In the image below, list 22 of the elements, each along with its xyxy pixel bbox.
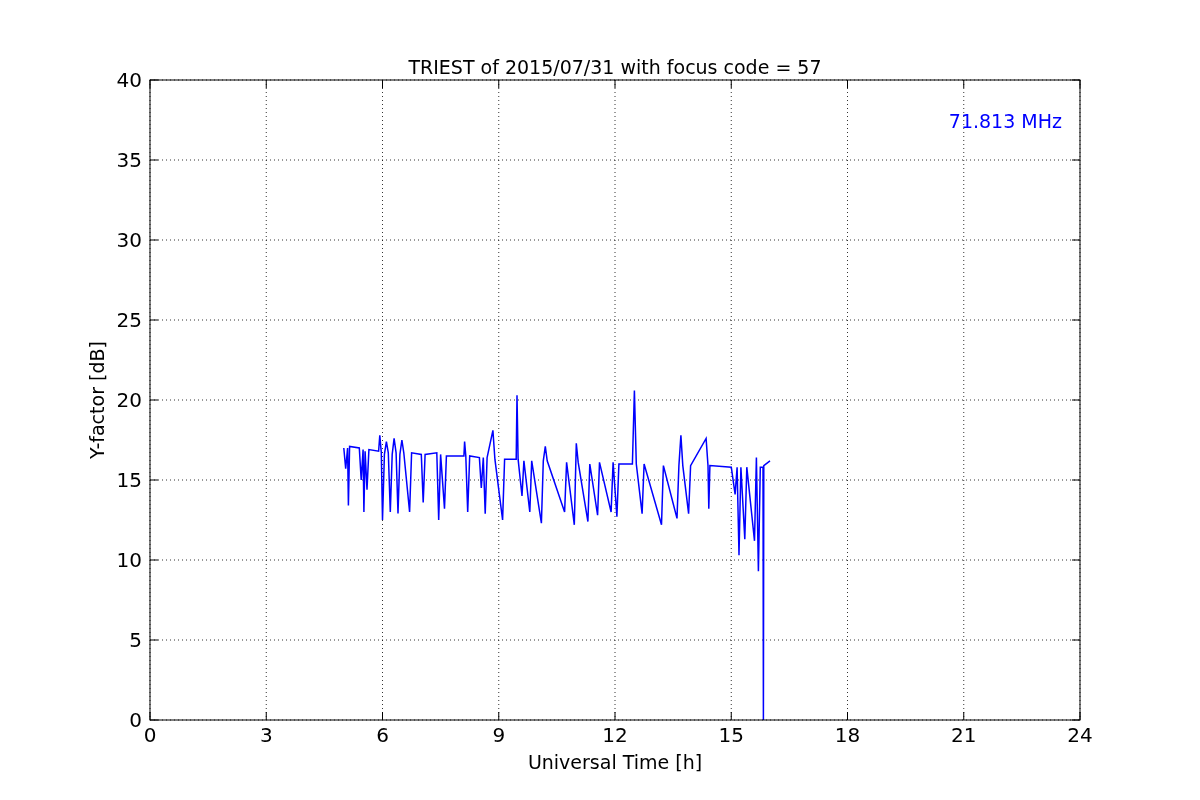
tick-label: 3 <box>259 723 273 747</box>
tick-label: 21 <box>951 723 977 747</box>
y-axis-label: Y-factor [dB] <box>86 341 108 459</box>
tick-label: 40 <box>116 68 142 92</box>
tick-label: 10 <box>116 548 142 572</box>
tick-label: 6 <box>376 723 389 747</box>
tick-label: 0 <box>129 708 142 732</box>
tick-label: 25 <box>116 308 142 332</box>
tick-label: 20 <box>116 388 142 412</box>
tick-label: 12 <box>602 723 628 747</box>
x-axis-label: Universal Time [h] <box>527 751 703 773</box>
legend-label: 71.813 MHz <box>948 110 1062 132</box>
tick-label: 9 <box>492 723 506 747</box>
tick-label: 15 <box>718 723 744 747</box>
chart-title: TRIEST of 2015/07/31 with focus code = 57 <box>408 56 822 78</box>
tick-label: 18 <box>834 723 861 747</box>
tick-label: 0 <box>143 723 157 747</box>
tick-label: 30 <box>116 228 142 252</box>
tick-label: 5 <box>129 628 142 652</box>
tick-label: 24 <box>1067 723 1093 747</box>
tick-label: 35 <box>116 148 142 172</box>
tick-label: 15 <box>116 468 142 492</box>
